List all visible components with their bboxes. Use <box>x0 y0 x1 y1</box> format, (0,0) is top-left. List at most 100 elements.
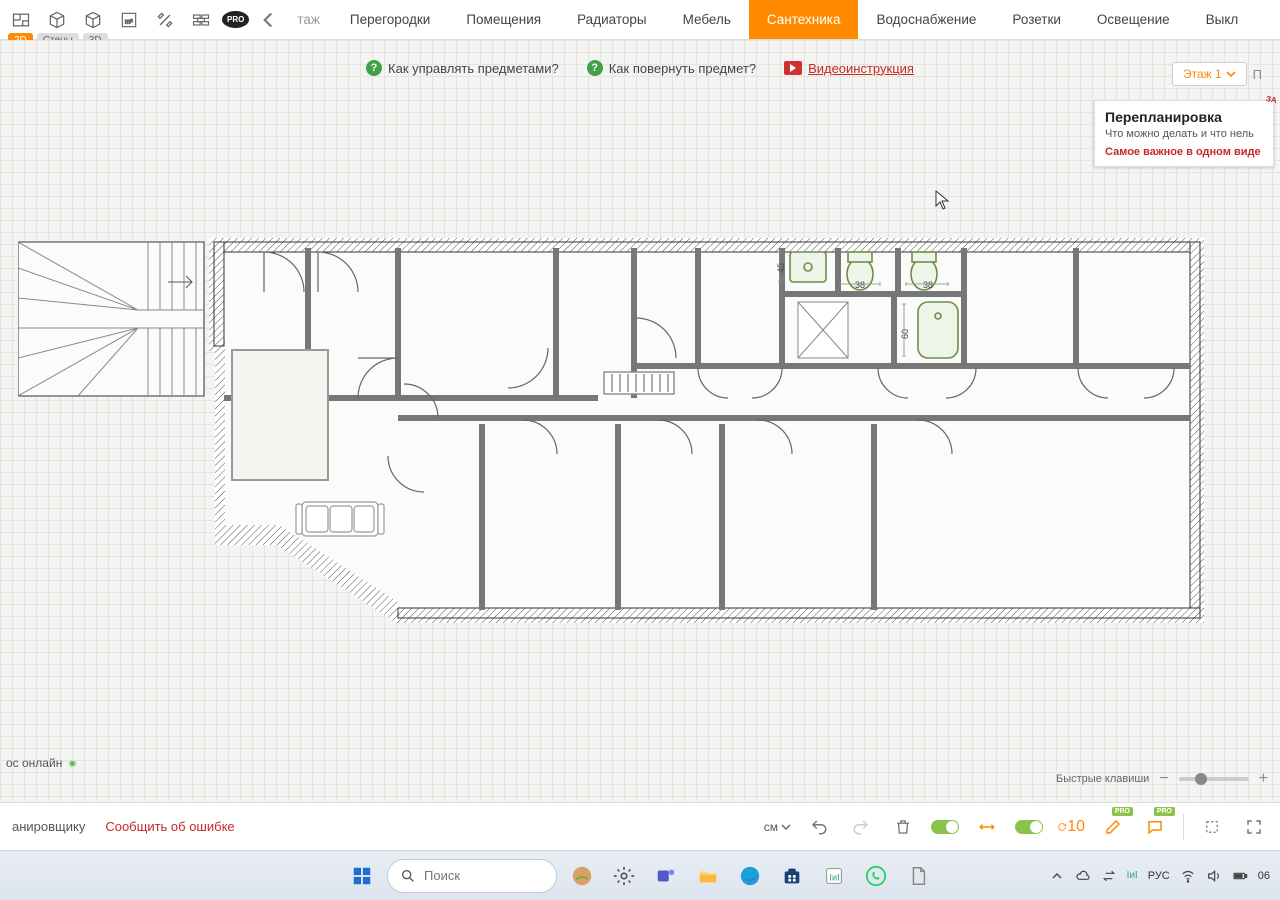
geometry-icon[interactable] <box>78 5 108 35</box>
dim-b: 38 <box>855 280 865 290</box>
clock-cut[interactable]: 06 <box>1258 870 1270 882</box>
search-input[interactable] <box>424 868 534 883</box>
taskbar-whatsapp-icon[interactable] <box>859 859 893 893</box>
nav-prev-icon[interactable] <box>255 7 281 33</box>
planner-link[interactable]: анировщику <box>12 819 85 834</box>
taskbar-teams-icon[interactable] <box>649 859 683 893</box>
online-dot-icon <box>68 759 77 768</box>
taskbar-app-2[interactable]: IиI <box>817 859 851 893</box>
tab-switches[interactable]: Выкл <box>1188 0 1257 39</box>
status-online: ос онлайн <box>6 756 77 770</box>
tray-app-icon[interactable]: IиI <box>1127 870 1138 881</box>
promo-corner: ЗА <box>1266 94 1278 105</box>
fullscreen-button[interactable] <box>1240 813 1268 841</box>
floor-selector: Этаж 1 П <box>1172 62 1262 86</box>
pro-badge[interactable]: PRO <box>222 11 249 28</box>
help-icon: ? <box>587 60 603 76</box>
dim-a: 45 <box>776 263 786 273</box>
chat-button[interactable]: PRO <box>1141 813 1169 841</box>
edit-button[interactable]: PRO <box>1099 813 1127 841</box>
help-icon: ? <box>366 60 382 76</box>
bottom-left-links: анировщику Сообщить об ошибке <box>12 819 235 834</box>
tray-chevron-up-icon[interactable] <box>1049 868 1065 884</box>
wifi-icon[interactable] <box>1180 868 1196 884</box>
tools-icon[interactable] <box>150 5 180 35</box>
tab-plumbing[interactable]: Сантехника <box>749 0 859 39</box>
promo-title: Перепланировка <box>1105 109 1263 125</box>
undo-button[interactable] <box>805 813 833 841</box>
report-error-link[interactable]: Сообщить об ошибке <box>105 819 234 834</box>
tray-transfer-icon[interactable] <box>1101 868 1117 884</box>
help-text: Как повернуть предмет? <box>609 61 756 76</box>
taskbar-app-1[interactable] <box>565 859 599 893</box>
zoom-in-button[interactable]: + <box>1257 770 1270 788</box>
floor-dropdown[interactable]: Этаж 1 <box>1172 62 1247 86</box>
tab-water[interactable]: Водоснабжение <box>858 0 994 39</box>
trash-button[interactable] <box>889 813 917 841</box>
help-video-link[interactable]: Видеоинструкция <box>784 61 914 76</box>
battery-icon[interactable] <box>1232 868 1248 884</box>
dimensions-button[interactable] <box>973 813 1001 841</box>
selection-button[interactable] <box>1198 813 1226 841</box>
svg-text:m²: m² <box>125 18 134 25</box>
floorplan[interactable]: 45 38 38 60 <box>18 238 1204 626</box>
promo-card[interactable]: ЗА Перепланировка Что можно делать и что… <box>1094 100 1274 167</box>
taskbar-center: IиI <box>345 859 935 893</box>
tab-rooms[interactable]: Помещения <box>448 0 559 39</box>
unit-selector[interactable]: см <box>764 820 791 834</box>
tab-lighting[interactable]: Освещение <box>1079 0 1188 39</box>
redo-button[interactable] <box>847 813 875 841</box>
unit-label: см <box>764 820 778 834</box>
help-rotate-object[interactable]: ? Как повернуть предмет? <box>587 60 756 76</box>
promo-cta: Самое важное в одном виде <box>1105 146 1263 158</box>
volume-icon[interactable] <box>1206 868 1222 884</box>
dim-c: 38 <box>923 280 933 290</box>
taskbar-edge-icon[interactable] <box>733 859 767 893</box>
tab-sockets[interactable]: Розетки <box>994 0 1079 39</box>
tray-cloud-icon[interactable] <box>1075 868 1091 884</box>
dim-d: 60 <box>900 329 910 339</box>
rotate-button[interactable]: 10 <box>1057 813 1085 841</box>
taskbar-store-icon[interactable] <box>775 859 809 893</box>
search-icon <box>400 868 416 884</box>
taskbar-document-icon[interactable] <box>901 859 935 893</box>
tab-radiators[interactable]: Радиаторы <box>559 0 664 39</box>
svg-text:IиI: IиI <box>829 872 839 882</box>
taskbar-tray: IиI РУС 06 <box>1049 868 1270 884</box>
windows-taskbar: IиI IиI РУС 06 <box>0 850 1280 900</box>
chevron-down-icon <box>781 822 791 832</box>
help-video-text: Видеоинструкция <box>808 61 914 76</box>
start-button[interactable] <box>345 859 379 893</box>
hotkeys-label[interactable]: Быстрые клавиши <box>1056 773 1149 785</box>
taskbar-explorer-icon[interactable] <box>691 859 725 893</box>
tab-partitions[interactable]: Перегородки <box>332 0 448 39</box>
floor-label: Этаж 1 <box>1183 67 1222 81</box>
language-indicator[interactable]: РУС <box>1148 870 1170 882</box>
help-manage-objects[interactable]: ? Как управлять предметами? <box>366 60 559 76</box>
zoom-out-button[interactable]: − <box>1157 770 1170 788</box>
taskbar-search[interactable] <box>387 859 557 893</box>
chevron-down-icon <box>1226 69 1236 79</box>
taskbar-settings-icon[interactable] <box>607 859 641 893</box>
tab-furniture[interactable]: Мебель <box>665 0 749 39</box>
bottom-right-tools: см 10 PRO PRO <box>764 813 1268 841</box>
help-text: Как управлять предметами? <box>388 61 559 76</box>
zoom-slider[interactable] <box>1179 777 1249 781</box>
area-icon[interactable]: m² <box>114 5 144 35</box>
pro-mini-badge: PRO <box>1112 807 1133 816</box>
toggle-1[interactable] <box>931 813 959 841</box>
divider <box>1183 814 1184 840</box>
bottom-bar: анировщику Сообщить об ошибке см 10 PRO … <box>0 802 1280 850</box>
category-tabs: Перегородки Помещения Радиаторы Мебель С… <box>332 0 1280 39</box>
pro-mini-badge: PRO <box>1154 807 1175 816</box>
zoom-controls: Быстрые клавиши − + <box>1056 770 1270 788</box>
floorplan-icon[interactable] <box>6 5 36 35</box>
toggle-2[interactable] <box>1015 813 1043 841</box>
cube-icon[interactable] <box>42 5 72 35</box>
main-toolbar: m² PRO таж Перегородки Помещения Радиато… <box>0 0 1280 40</box>
promo-subtitle: Что можно делать и что нель <box>1105 128 1263 142</box>
bricks-icon[interactable] <box>186 5 216 35</box>
tab-cut-left[interactable]: таж <box>287 12 326 27</box>
floor-next-cut[interactable]: П <box>1253 67 1262 82</box>
app-root: m² PRO таж Перегородки Помещения Радиато… <box>0 0 1280 900</box>
